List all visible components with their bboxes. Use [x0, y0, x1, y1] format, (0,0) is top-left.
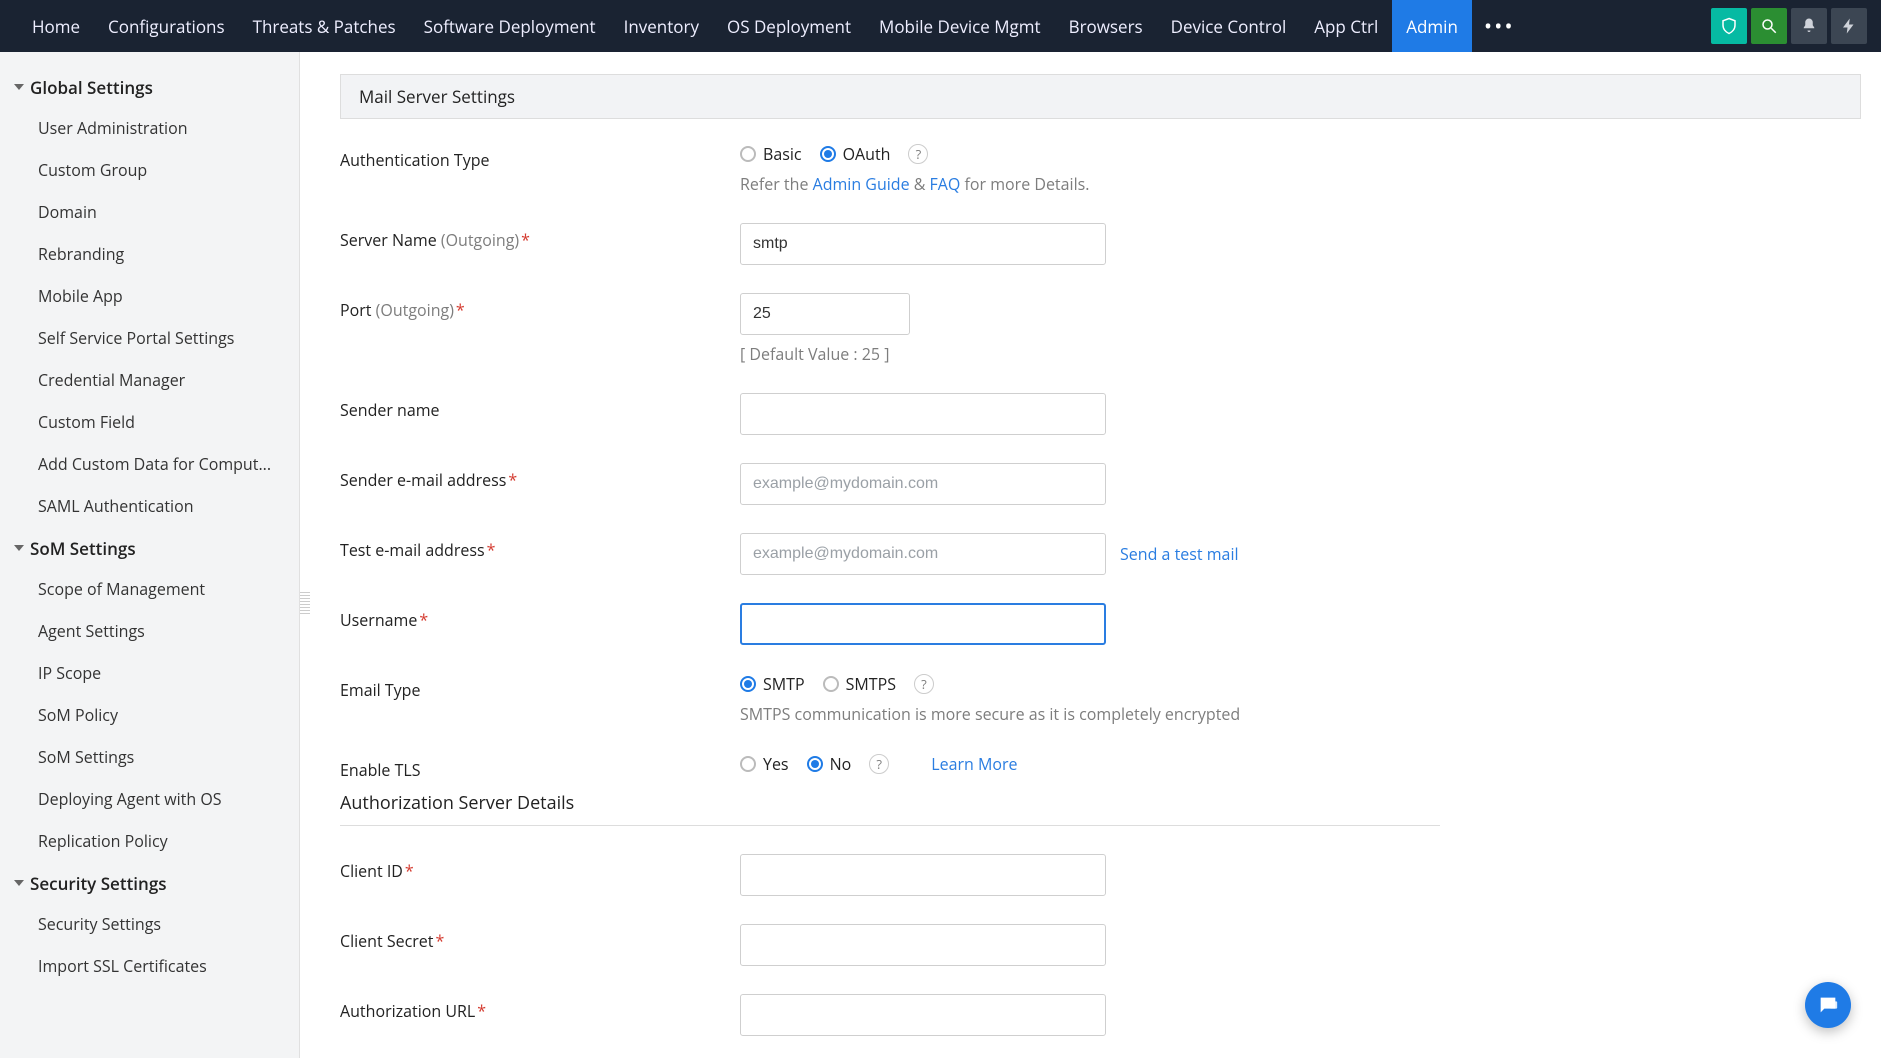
radio-smtp[interactable]: SMTP: [740, 673, 805, 695]
radio-auth-oauth[interactable]: OAuth: [820, 143, 891, 165]
link-learn-more[interactable]: Learn More: [931, 753, 1017, 775]
panel-title: Mail Server Settings: [340, 74, 1861, 119]
sidebar-item-domain[interactable]: Domain: [0, 191, 299, 233]
sidebar-item-saml-authentication[interactable]: SAML Authentication: [0, 485, 299, 527]
sidebar-section-som-settings[interactable]: SoM Settings: [0, 527, 299, 568]
label-sender-name: Sender name: [340, 393, 740, 421]
sidebar-item-agent-settings[interactable]: Agent Settings: [0, 610, 299, 652]
sidebar-section-security-settings[interactable]: Security Settings: [0, 862, 299, 903]
chevron-down-icon: [14, 545, 24, 551]
sidebar-item-mobile-app[interactable]: Mobile App: [0, 275, 299, 317]
sidebar-item-ip-scope[interactable]: IP Scope: [0, 652, 299, 694]
nav-item-software-deployment[interactable]: Software Deployment: [410, 0, 610, 52]
sidebar: Global SettingsUser AdministrationCustom…: [0, 52, 300, 1058]
label-server-name: Server Name (Outgoing)*: [340, 223, 740, 251]
sidebar-item-scope-of-management[interactable]: Scope of Management: [0, 568, 299, 610]
shield-icon[interactable]: [1711, 8, 1747, 44]
input-sender-name[interactable]: [740, 393, 1106, 435]
radio-auth-basic[interactable]: Basic: [740, 143, 802, 165]
sidebar-item-som-settings[interactable]: SoM Settings: [0, 736, 299, 778]
label-sender-email: Sender e-mail address*: [340, 463, 740, 491]
sidebar-item-custom-field[interactable]: Custom Field: [0, 401, 299, 443]
port-default-note: [ Default Value : 25 ]: [740, 343, 1881, 365]
input-auth-url[interactable]: [740, 994, 1106, 1036]
label-username: Username*: [340, 603, 740, 631]
auth-type-note: Refer the Admin Guide & FAQ for more Det…: [740, 173, 1881, 195]
help-icon[interactable]: ?: [914, 674, 934, 694]
nav-item-admin[interactable]: Admin: [1392, 0, 1472, 52]
label-enable-tls: Enable TLS: [340, 753, 740, 781]
label-client-id: Client ID*: [340, 854, 740, 882]
nav-item-mobile-device-mgmt[interactable]: Mobile Device Mgmt: [865, 0, 1055, 52]
sidebar-item-add-custom-data-for-comput-[interactable]: Add Custom Data for Comput...: [0, 443, 299, 485]
nav-item-threats-patches[interactable]: Threats & Patches: [239, 0, 410, 52]
nav-item-home[interactable]: Home: [18, 0, 94, 52]
search-icon[interactable]: [1751, 8, 1787, 44]
sidebar-item-rebranding[interactable]: Rebranding: [0, 233, 299, 275]
input-test-email[interactable]: [740, 533, 1106, 575]
input-username[interactable]: [740, 603, 1106, 645]
sidebar-item-credential-manager[interactable]: Credential Manager: [0, 359, 299, 401]
input-sender-email[interactable]: [740, 463, 1106, 505]
main-panel: Mail Server Settings Authentication Type…: [300, 52, 1881, 1058]
radio-tls-yes[interactable]: Yes: [740, 753, 789, 775]
nav-more[interactable]: •••: [1472, 0, 1527, 52]
chat-icon[interactable]: [1805, 982, 1851, 1028]
nav-right: [1711, 0, 1871, 52]
link-faq[interactable]: FAQ: [930, 173, 961, 195]
label-email-type: Email Type: [340, 673, 740, 701]
section-auth-server: Authorization Server Details: [340, 791, 1440, 826]
sidebar-item-security-settings[interactable]: Security Settings: [0, 903, 299, 945]
input-client-secret[interactable]: [740, 924, 1106, 966]
sidebar-item-custom-group[interactable]: Custom Group: [0, 149, 299, 191]
label-auth-type: Authentication Type: [340, 143, 740, 171]
nav-item-os-deployment[interactable]: OS Deployment: [713, 0, 865, 52]
label-auth-url: Authorization URL*: [340, 994, 740, 1022]
input-server-name[interactable]: [740, 223, 1106, 265]
chevron-down-icon: [14, 880, 24, 886]
top-nav: HomeConfigurationsThreats & PatchesSoftw…: [0, 0, 1881, 52]
input-client-id[interactable]: [740, 854, 1106, 896]
nav-item-browsers[interactable]: Browsers: [1055, 0, 1157, 52]
email-type-note: SMTPS communication is more secure as it…: [740, 703, 1881, 725]
help-icon[interactable]: ?: [869, 754, 889, 774]
nav-item-inventory[interactable]: Inventory: [610, 0, 713, 52]
link-send-test-mail[interactable]: Send a test mail: [1120, 533, 1239, 565]
sidebar-item-self-service-portal-settings[interactable]: Self Service Portal Settings: [0, 317, 299, 359]
help-icon[interactable]: ?: [908, 144, 928, 164]
bolt-icon[interactable]: [1831, 8, 1867, 44]
notification-icon[interactable]: [1791, 8, 1827, 44]
chevron-down-icon: [14, 84, 24, 90]
sidebar-item-deploying-agent-with-os[interactable]: Deploying Agent with OS: [0, 778, 299, 820]
sidebar-item-som-policy[interactable]: SoM Policy: [0, 694, 299, 736]
input-port[interactable]: [740, 293, 910, 335]
sidebar-item-user-administration[interactable]: User Administration: [0, 107, 299, 149]
nav-item-device-control[interactable]: Device Control: [1157, 0, 1301, 52]
radio-tls-no[interactable]: No: [807, 753, 852, 775]
label-test-email: Test e-mail address*: [340, 533, 740, 561]
label-port: Port (Outgoing)*: [340, 293, 740, 321]
nav-item-app-ctrl[interactable]: App Ctrl: [1300, 0, 1392, 52]
sidebar-item-import-ssl-certificates[interactable]: Import SSL Certificates: [0, 945, 299, 987]
label-client-secret: Client Secret*: [340, 924, 740, 952]
sidebar-collapse-handle[interactable]: [300, 592, 310, 614]
sidebar-item-replication-policy[interactable]: Replication Policy: [0, 820, 299, 862]
sidebar-section-global-settings[interactable]: Global Settings: [0, 66, 299, 107]
link-admin-guide[interactable]: Admin Guide: [813, 173, 910, 195]
nav-items: HomeConfigurationsThreats & PatchesSoftw…: [18, 0, 1472, 52]
radio-smtps[interactable]: SMTPS: [823, 673, 896, 695]
nav-item-configurations[interactable]: Configurations: [94, 0, 239, 52]
